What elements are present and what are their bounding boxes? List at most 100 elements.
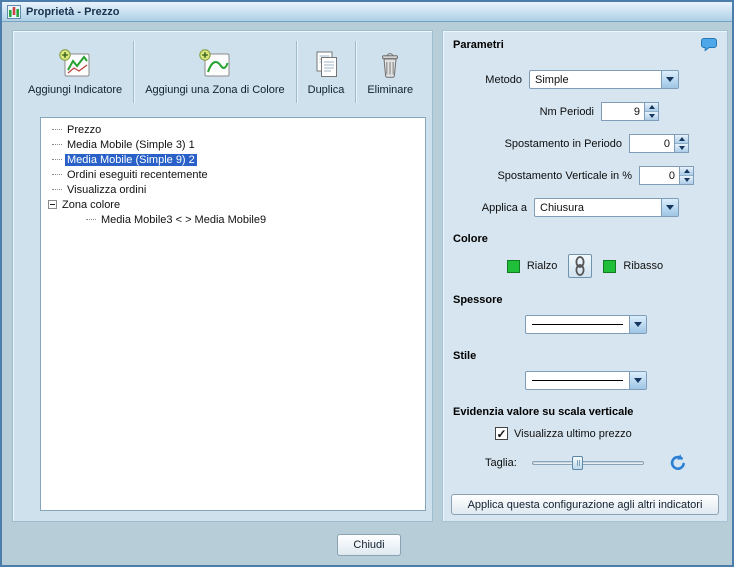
tree-item-media-mobile-9-selected[interactable]: Media Mobile (Simple 9) 2 — [41, 152, 425, 167]
duplicate-label: Duplica — [307, 83, 345, 96]
thickness-section-title: Spessore — [453, 294, 503, 306]
parameters-title: Parametri — [453, 39, 504, 51]
window-title: Proprietà - Prezzo — [26, 5, 120, 18]
tree-item-label-selected: Media Mobile (Simple 9) 2 — [65, 153, 197, 166]
tree-item-label: Media Mobile3 < > Media Mobile9 — [101, 213, 267, 226]
tree-connector — [52, 189, 62, 190]
style-row — [453, 371, 717, 390]
thickness-select[interactable] — [525, 315, 647, 334]
checkbox-checked-icon[interactable]: ✓ — [495, 427, 508, 440]
reset-button[interactable] — [666, 452, 690, 474]
delete-button[interactable]: Eliminare — [360, 45, 420, 100]
style-select[interactable] — [525, 371, 647, 390]
tree-item-media-mobile-3[interactable]: Media Mobile (Simple 3) 1 — [41, 137, 425, 152]
dropdown-arrow-icon[interactable] — [661, 199, 678, 216]
periods-input[interactable]: 9 — [601, 102, 659, 121]
tree-connector — [52, 129, 62, 130]
add-indicator-label: Aggiungi Indicatore — [28, 83, 123, 96]
spin-up-icon[interactable] — [645, 103, 658, 112]
spin-down-icon[interactable] — [675, 144, 688, 152]
periods-label: Nm Periodi — [539, 105, 594, 118]
trash-icon — [373, 49, 407, 81]
line-thickness-sample — [526, 316, 629, 333]
rialzo-color-swatch[interactable] — [506, 259, 520, 273]
app-chart-icon — [7, 4, 21, 19]
show-last-price-row: ✓ Visualizza ultimo prezzo — [453, 427, 717, 440]
shift-vertical-value: 0 — [668, 169, 675, 182]
dropdown-arrow-icon[interactable] — [629, 316, 646, 333]
tree-item-ordini-eseguiti[interactable]: Ordini eseguiti recentemente — [41, 167, 425, 182]
method-select[interactable]: Simple — [529, 70, 679, 89]
periods-spinner[interactable] — [644, 103, 658, 120]
line-style-sample — [526, 372, 629, 389]
spin-down-icon[interactable] — [645, 112, 658, 120]
indicator-tree: Prezzo Media Mobile (Simple 3) 1 Media M… — [40, 117, 426, 511]
dropdown-arrow-icon[interactable] — [629, 372, 646, 389]
tree-connector — [52, 174, 62, 175]
parameters-panel: Parametri Metodo Simple Nm Periodi 9 Spo… — [442, 30, 728, 522]
dropdown-arrow-icon[interactable] — [661, 71, 678, 88]
tree-item-label: Visualizza ordini — [67, 183, 147, 196]
tree-item-prezzo[interactable]: Prezzo — [41, 122, 425, 137]
shift-period-spinner[interactable] — [674, 135, 688, 152]
ribasso-color-swatch[interactable] — [603, 259, 617, 273]
title-bar[interactable]: Proprietà - Prezzo — [2, 2, 732, 22]
duplicate-button[interactable]: Duplica — [301, 45, 352, 100]
indicators-toolbar: Aggiungi Indicatore Aggiungi una Zona di… — [13, 31, 432, 111]
add-color-zone-button[interactable]: Aggiungi una Zona di Colore — [138, 45, 291, 100]
show-last-price-label: Visualizza ultimo prezzo — [514, 427, 632, 440]
add-color-zone-icon — [198, 48, 232, 81]
shift-vertical-spinner[interactable] — [679, 167, 693, 184]
spin-down-icon[interactable] — [680, 176, 693, 184]
method-row: Metodo Simple — [453, 70, 717, 89]
tree-connector — [52, 159, 62, 160]
link-colors-button[interactable] — [568, 254, 593, 278]
duplicate-icon — [309, 49, 343, 81]
tree-collapse-icon[interactable] — [48, 200, 57, 209]
add-color-zone-label: Aggiungi una Zona di Colore — [145, 83, 285, 96]
apply-to-label: Applica a — [481, 201, 527, 214]
slider-track[interactable] — [531, 461, 644, 465]
ribasso-label: Ribasso — [623, 260, 664, 272]
tree-item-visualizza-ordini[interactable]: Visualizza ordini — [41, 182, 425, 197]
tree-item-label: Prezzo — [67, 123, 102, 136]
tree-item-zona-colore-child[interactable]: Media Mobile3 < > Media Mobile9 — [41, 212, 425, 227]
periods-value: 9 — [633, 105, 640, 118]
apply-to-value: Chiusura — [540, 201, 585, 214]
shift-period-value: 0 — [663, 137, 670, 150]
apply-config-button[interactable]: Applica questa configurazione agli altri… — [451, 494, 719, 515]
tree-item-label: Zona colore — [62, 198, 121, 211]
size-label: Taglia: — [485, 457, 517, 469]
method-label: Metodo — [485, 73, 522, 86]
apply-to-select[interactable]: Chiusura — [534, 198, 679, 217]
shift-vertical-input[interactable]: 0 — [639, 166, 694, 185]
toolbar-divider — [295, 41, 297, 103]
tree-item-label: Ordini eseguiti recentemente — [67, 168, 208, 181]
spin-up-icon[interactable] — [675, 135, 688, 144]
tree-item-zona-colore[interactable]: Zona colore — [41, 197, 425, 212]
add-indicator-icon — [58, 48, 92, 81]
color-row: Rialzo Ribasso — [453, 254, 717, 278]
slider-handle[interactable] — [571, 456, 583, 470]
help-bubble-icon[interactable] — [701, 37, 717, 55]
shift-period-input[interactable]: 0 — [629, 134, 689, 153]
color-section-title: Colore — [453, 233, 488, 245]
shift-vertical-label: Spostamento Verticale in % — [497, 169, 632, 182]
delete-label: Eliminare — [367, 83, 414, 96]
shift-period-row: Spostamento in Periodo 0 — [453, 134, 717, 153]
method-value: Simple — [535, 73, 569, 86]
spin-up-icon[interactable] — [680, 167, 693, 176]
style-section-title: Stile — [453, 350, 477, 362]
add-indicator-button[interactable]: Aggiungi Indicatore — [21, 45, 129, 100]
toolbar-divider — [355, 41, 357, 103]
tree-item-label: Media Mobile (Simple 3) 1 — [67, 138, 195, 151]
toolbar-divider — [133, 41, 135, 103]
size-slider[interactable] — [531, 454, 644, 472]
size-row: Taglia: — [453, 452, 717, 474]
close-button[interactable]: Chiudi — [337, 534, 401, 556]
tree-connector — [52, 144, 62, 145]
properties-dialog: Proprietà - Prezzo Aggiungi Indicatore A… — [0, 0, 734, 567]
shift-vertical-row: Spostamento Verticale in % 0 — [453, 166, 717, 185]
thickness-row — [453, 315, 717, 334]
periods-row: Nm Periodi 9 — [453, 102, 717, 121]
